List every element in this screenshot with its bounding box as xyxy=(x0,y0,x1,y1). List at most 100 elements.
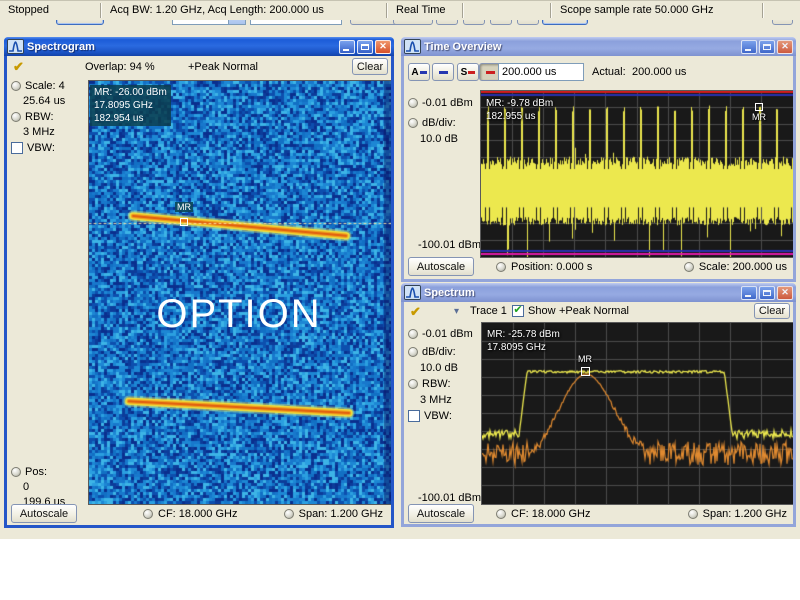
spectrum-length-auto-button[interactable]: S xyxy=(457,63,479,81)
overlap-readout: Overlap: 94 % xyxy=(85,61,155,73)
marker-readout: MR: -25.78 dBm 17.8095 GHz xyxy=(487,328,560,354)
app-icon xyxy=(7,39,24,54)
scale-orb-icon xyxy=(684,262,694,272)
pos-setting[interactable]: Pos: xyxy=(11,466,47,478)
spectrogram-titlebar[interactable]: Spectrogram ✕ xyxy=(4,37,394,56)
statusbar-divider xyxy=(386,3,388,18)
valid-check-icon: ✔ xyxy=(410,304,421,320)
top-reference-setting[interactable]: -0.01 dBm xyxy=(408,328,473,340)
spectrum-plot[interactable]: MR: -25.78 dBm 17.8095 GHz MR xyxy=(481,322,792,503)
scale-setting[interactable]: Scale: 200.000 us xyxy=(684,261,787,273)
chevron-down-icon[interactable]: ▾ xyxy=(454,306,459,317)
rbw-orb-icon xyxy=(408,379,418,389)
clear-button[interactable]: Clear xyxy=(352,58,388,75)
top-reference-setting[interactable]: -0.01 dBm xyxy=(408,97,473,109)
vbw-setting[interactable]: VBW: xyxy=(408,410,452,422)
cf-orb-icon xyxy=(143,509,153,519)
maximize-icon[interactable] xyxy=(759,286,775,300)
valid-check-icon: ✔ xyxy=(13,59,24,75)
autoscale-button[interactable]: Autoscale xyxy=(408,257,474,276)
window-title: Time Overview xyxy=(424,41,741,53)
clear-button[interactable]: Clear xyxy=(754,303,790,319)
time-overview-body: A S 200.000 us Actual: 200.000 us -0.01 … xyxy=(404,56,793,279)
close-icon[interactable]: ✕ xyxy=(777,286,793,300)
minimize-icon[interactable] xyxy=(741,286,757,300)
bottom-reference-value: -100.01 dBm xyxy=(418,239,481,251)
marker-mr-handle[interactable] xyxy=(180,218,188,226)
spectrum-titlebar[interactable]: Spectrum ✕ xyxy=(401,283,796,302)
app-icon xyxy=(404,39,421,54)
center-frequency-setting[interactable]: CF: 18.000 GHz xyxy=(496,508,590,520)
dbdiv-setting[interactable]: dB/div: xyxy=(408,117,456,129)
maximize-icon[interactable] xyxy=(759,40,775,54)
analysis-length-auto-button[interactable]: A xyxy=(408,63,430,81)
marker-readout: MR: -9.78 dBm 182.955 us xyxy=(486,97,553,123)
dbdiv-value: 10.0 dB xyxy=(420,362,458,374)
minimize-icon[interactable] xyxy=(339,40,355,54)
marker-readout: MR: -26.00 dBm 17.8095 GHz 182.954 us xyxy=(90,85,171,126)
rbw-value: 3 MHz xyxy=(23,126,55,138)
trace-selector[interactable]: Trace 1 xyxy=(470,305,507,317)
marker-mr-label: MR xyxy=(175,202,193,212)
app-icon xyxy=(404,285,421,300)
pos-orb-icon xyxy=(11,467,21,477)
option-watermark: OPTION xyxy=(156,292,321,337)
span-orb-icon xyxy=(284,509,294,519)
detector-readout: +Peak Normal xyxy=(559,305,629,317)
red-bar-icon xyxy=(468,71,475,74)
spectrogram-window: Spectrogram ✕ ✔ Overlap: 94 % +Peak Norm… xyxy=(4,37,394,528)
vbw-setting[interactable]: VBW: xyxy=(11,142,55,154)
sample-rate-info: Scope sample rate 50.000 GHz xyxy=(560,1,713,20)
actual-label: Actual: xyxy=(592,66,626,78)
marker-mr-handle[interactable] xyxy=(581,367,590,376)
window-title: Spectrum xyxy=(424,287,741,299)
rbw-orb-icon xyxy=(11,112,21,122)
rbw-value: 3 MHz xyxy=(420,394,452,406)
span-setting[interactable]: Span: 1.200 GHz xyxy=(688,508,787,520)
scale-setting[interactable]: Scale: 4 xyxy=(11,80,65,92)
span-orb-icon xyxy=(688,509,698,519)
bottom-reference-value: -100.01 dBm xyxy=(418,492,481,504)
cf-orb-icon xyxy=(496,509,506,519)
rbw-setting[interactable]: RBW: xyxy=(11,111,54,123)
pos-value: 0 xyxy=(23,481,29,493)
dbdiv-value: 10.0 dB xyxy=(420,133,458,145)
vbw-checkbox[interactable] xyxy=(11,142,23,154)
rbw-setting[interactable]: RBW: xyxy=(408,378,451,390)
statusbar-divider xyxy=(762,3,764,18)
detector-readout: +Peak Normal xyxy=(188,61,258,73)
close-icon[interactable]: ✕ xyxy=(777,40,793,54)
marker-mr-label: MR xyxy=(576,354,594,364)
maximize-icon[interactable] xyxy=(357,40,373,54)
statusbar-divider xyxy=(100,3,102,18)
close-icon[interactable]: ✕ xyxy=(375,40,391,54)
minimize-icon[interactable] xyxy=(741,40,757,54)
autoscale-button[interactable]: Autoscale xyxy=(408,504,474,523)
autoscale-button[interactable]: Autoscale xyxy=(11,504,77,523)
scale-value: 25.64 us xyxy=(23,95,65,107)
position-setting[interactable]: Position: 0.000 s xyxy=(496,261,592,273)
length-input[interactable]: 200.000 us xyxy=(498,63,584,81)
dbdiv-orb-icon xyxy=(408,118,418,128)
spectrogram-plot[interactable]: MR: -26.00 dBm 17.8095 GHz 182.954 us MR… xyxy=(88,80,390,503)
blue-bar-icon xyxy=(420,71,427,74)
red-bar-icon xyxy=(486,71,495,74)
acquisition-info: Acq BW: 1.20 GHz, Acq Length: 200.000 us xyxy=(110,1,324,20)
time-overview-titlebar[interactable]: Time Overview ✕ xyxy=(401,37,796,56)
run-state: Stopped xyxy=(8,1,49,20)
mode-info: Real Time xyxy=(396,1,446,20)
marker-mr-handle[interactable] xyxy=(755,103,763,111)
position-orb-icon xyxy=(496,262,506,272)
dbdiv-setting[interactable]: dB/div: xyxy=(408,346,456,358)
center-frequency-setting[interactable]: CF: 18.000 GHz xyxy=(143,508,237,520)
scale-orb-icon xyxy=(11,81,21,91)
screen: Spectrogram ✕ ✔ Overlap: 94 % +Peak Norm… xyxy=(0,0,800,600)
spectrogram-body: ✔ Overlap: 94 % +Peak Normal Clear Scale… xyxy=(7,56,391,525)
show-checkbox[interactable]: ✔ xyxy=(512,305,524,317)
time-overview-plot[interactable]: MR: -9.78 dBm 182.955 us MR xyxy=(480,90,792,256)
span-setting[interactable]: Span: 1.200 GHz xyxy=(284,508,383,520)
vbw-checkbox[interactable] xyxy=(408,410,420,422)
ref-orb-icon xyxy=(408,98,418,108)
analysis-length-manual-button[interactable] xyxy=(432,63,454,81)
dbdiv-orb-icon xyxy=(408,347,418,357)
